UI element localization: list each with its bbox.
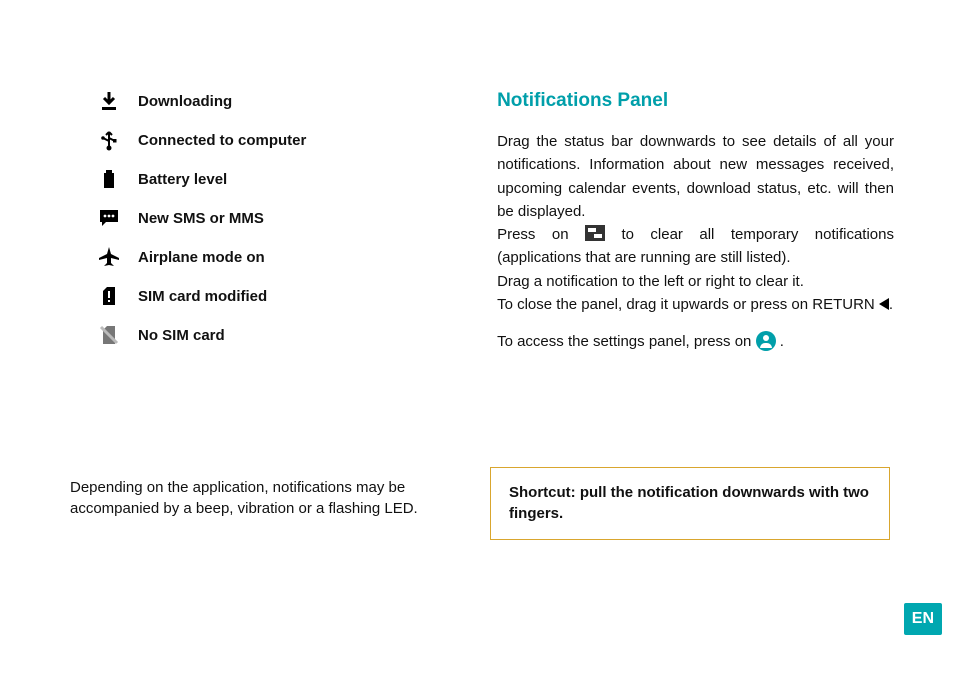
usb-icon (98, 129, 120, 151)
left-footer-note: Depending on the application, notificati… (70, 477, 450, 521)
legend-row-sim-modified: SIM card modified (98, 285, 447, 307)
text-fragment: To access the settings panel, press on (497, 333, 755, 350)
legend-row-sms: New SMS or MMS (98, 207, 447, 229)
sms-icon (98, 207, 120, 229)
return-icon (879, 298, 889, 310)
download-icon (98, 90, 120, 112)
text-fragment: . (889, 296, 893, 313)
legend-label: Airplane mode on (138, 249, 265, 266)
legend-label: Battery level (138, 171, 227, 188)
paragraph: Drag the status bar downwards to see det… (497, 130, 894, 223)
legend-row-battery: Battery level (98, 168, 447, 190)
paragraph: To close the panel, drag it upwards or p… (497, 293, 894, 316)
document-page: Downloading Connected to computer Batter… (0, 0, 954, 675)
battery-icon (98, 168, 120, 190)
section-heading: Notifications Panel (497, 90, 894, 112)
legend-label: Connected to computer (138, 132, 306, 149)
text-fragment: To close the panel, drag it upwards or p… (497, 296, 879, 313)
left-column: Downloading Connected to computer Batter… (70, 90, 447, 353)
legend-row-usb: Connected to computer (98, 129, 447, 151)
legend-row-downloading: Downloading (98, 90, 447, 112)
legend-label: No SIM card (138, 327, 225, 344)
shortcut-callout-box: Shortcut: pull the notification downward… (490, 467, 890, 541)
sim-card-alert-icon (98, 285, 120, 307)
paragraph: Drag a notification to the left or right… (497, 270, 894, 293)
profile-settings-icon (756, 331, 776, 351)
legend-label: New SMS or MMS (138, 210, 264, 227)
airplane-icon (98, 246, 120, 268)
language-badge: EN (904, 603, 942, 635)
legend-row-airplane: Airplane mode on (98, 246, 447, 268)
legend-label: Downloading (138, 93, 232, 110)
body-text: Drag the status bar downwards to see det… (497, 130, 894, 353)
text-fragment: . (780, 333, 784, 350)
text-fragment: Press on (497, 226, 585, 243)
paragraph: To access the settings panel, press on . (497, 330, 894, 353)
right-column: Notifications Panel Drag the status bar … (497, 90, 894, 353)
clear-all-icon (585, 225, 605, 241)
legend-label: SIM card modified (138, 288, 267, 305)
no-sim-icon (98, 324, 120, 346)
two-column-layout: Downloading Connected to computer Batter… (70, 90, 894, 353)
icon-legend-list: Downloading Connected to computer Batter… (98, 90, 447, 346)
legend-row-no-sim: No SIM card (98, 324, 447, 346)
paragraph: Press on to clear all temporary notifica… (497, 223, 894, 270)
